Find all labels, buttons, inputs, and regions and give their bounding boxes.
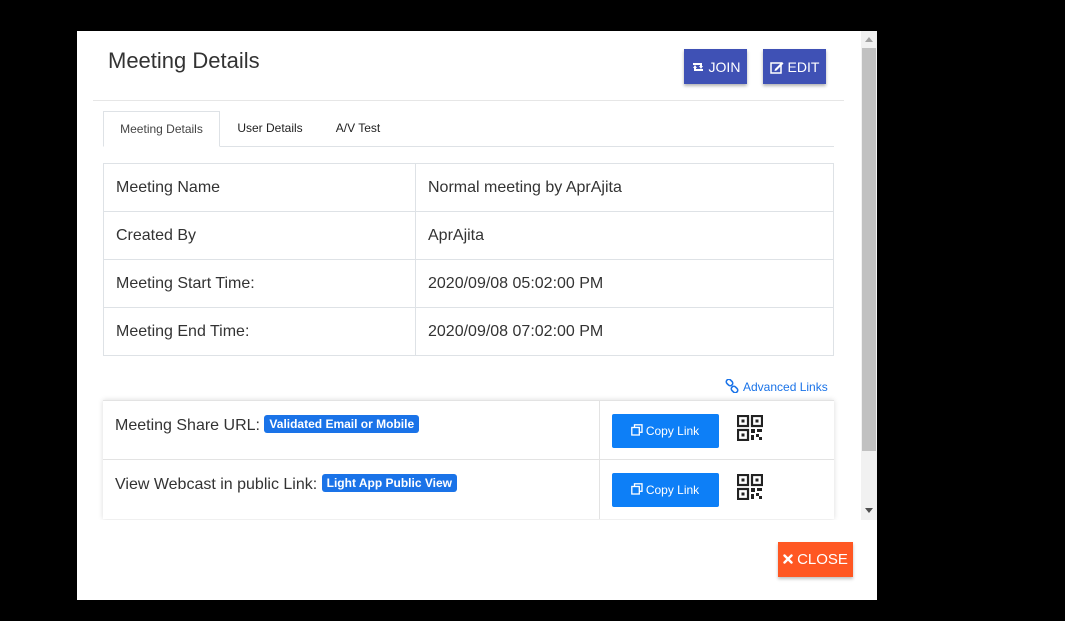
meeting-details-modal: Meeting Details JOIN EDIT Meeting Detail… [77, 31, 877, 600]
modal-header: Meeting Details JOIN EDIT [93, 31, 844, 101]
modal-footer: CLOSE [77, 520, 877, 600]
table-row: Meeting Name Normal meeting by AprAjita [103, 163, 834, 212]
detail-key: Meeting Start Time: [103, 259, 416, 308]
share-row-actions: Copy Link [599, 400, 834, 460]
copy-link-label: Copy Link [645, 483, 700, 497]
join-label: JOIN [708, 58, 741, 75]
copy-icon [630, 482, 643, 498]
copy-link-label: Copy Link [645, 424, 700, 438]
modal-scrollbar[interactable] [861, 31, 877, 520]
join-button[interactable]: JOIN [684, 49, 747, 84]
share-row-label: View Webcast in public Link: [115, 476, 318, 493]
retweet-icon [691, 61, 705, 73]
status-badge: Validated Email or Mobile [264, 415, 420, 433]
detail-key: Meeting Name [103, 163, 416, 212]
qrcode-icon[interactable] [736, 473, 764, 505]
share-links-table: Meeting Share URL: Validated Email or Mo… [103, 400, 834, 519]
copy-icon [630, 423, 643, 439]
modal-title: Meeting Details [108, 48, 260, 73]
table-row: Meeting Start Time: 2020/09/08 05:02:00 … [103, 259, 834, 308]
table-row: Created By AprAjita [103, 211, 834, 260]
copy-link-button[interactable]: Copy Link [611, 473, 719, 507]
copy-link-button[interactable]: Copy Link [611, 414, 719, 448]
share-links-panel: Meeting Share URL: Validated Email or Mo… [103, 400, 834, 519]
detail-value: AprAjita [415, 211, 834, 260]
advanced-links-label: Advanced Links [743, 380, 828, 394]
detail-key: Meeting End Time: [103, 307, 416, 356]
detail-value: 2020/09/08 07:02:00 PM [415, 307, 834, 356]
scroll-thumb[interactable] [862, 48, 876, 451]
tab-bar: Meeting Details User Details A/V Test [103, 111, 834, 147]
detail-value: Normal meeting by AprAjita [415, 163, 834, 212]
table-row: View Webcast in public Link: Light App P… [103, 459, 834, 519]
close-button[interactable]: CLOSE [778, 542, 853, 577]
edit-icon [769, 60, 784, 74]
times-icon [783, 551, 793, 568]
qrcode-icon[interactable] [736, 414, 764, 446]
link-icon [725, 377, 739, 396]
share-row-label-cell: View Webcast in public Link: Light App P… [103, 459, 600, 519]
edit-button[interactable]: EDIT [763, 49, 826, 84]
table-row: Meeting Share URL: Validated Email or Mo… [103, 400, 834, 460]
scroll-down-arrow[interactable] [865, 508, 873, 513]
tab-av-test[interactable]: A/V Test [320, 111, 396, 146]
status-badge: Light App Public View [321, 474, 457, 492]
tab-user-details[interactable]: User Details [220, 111, 320, 146]
advanced-links-link[interactable]: Advanced Links [725, 377, 828, 396]
detail-key: Created By [103, 211, 416, 260]
close-label: CLOSE [797, 551, 848, 568]
detail-value: 2020/09/08 05:02:00 PM [415, 259, 834, 308]
tab-meeting-details[interactable]: Meeting Details [103, 111, 220, 147]
share-row-label-cell: Meeting Share URL: Validated Email or Mo… [103, 400, 600, 460]
meeting-details-table: Meeting Name Normal meeting by AprAjita … [103, 163, 834, 356]
edit-label: EDIT [787, 58, 820, 75]
share-row-label: Meeting Share URL: [115, 417, 260, 434]
table-row: Meeting End Time: 2020/09/08 07:02:00 PM [103, 307, 834, 356]
scroll-up-arrow[interactable] [865, 37, 873, 42]
share-row-actions: Copy Link [599, 459, 834, 519]
